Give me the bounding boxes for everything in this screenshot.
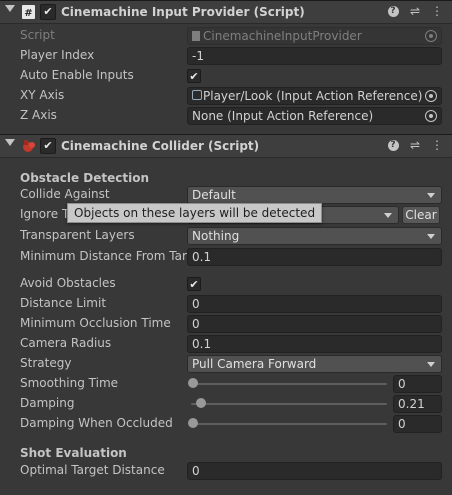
component-title: Cinemachine Input Provider (Script) bbox=[61, 5, 305, 19]
collider-script-icon bbox=[20, 138, 36, 154]
min-distance-row: Minimum Distance From Targe 0.1 bbox=[0, 247, 452, 267]
collide-against-row: Collide Against Default bbox=[0, 185, 452, 205]
collide-against-label: Collide Against bbox=[20, 187, 110, 201]
player-index-row: Player Index -1 bbox=[0, 46, 452, 66]
transparent-layers-value: Nothing bbox=[192, 229, 240, 243]
z-axis-field[interactable]: None (Input Action Reference) bbox=[187, 107, 442, 125]
presets-icon[interactable]: ⇌ bbox=[408, 4, 422, 18]
collider-header[interactable]: ✔ Cinemachine Collider (Script) ? ⇌ ⋮ bbox=[0, 134, 452, 158]
collide-against-dropdown[interactable]: Default bbox=[187, 186, 442, 204]
dropdown-arrow-icon bbox=[427, 193, 435, 198]
shot-evaluation-heading: Shot Evaluation bbox=[20, 446, 127, 460]
collide-against-value: Default bbox=[192, 188, 236, 202]
object-picker-icon[interactable] bbox=[425, 110, 437, 122]
smoothing-slider-handle[interactable] bbox=[188, 378, 198, 388]
avoid-obstacles-checkbox[interactable]: ✔ bbox=[187, 277, 201, 291]
smoothing-slider[interactable] bbox=[191, 383, 387, 385]
tooltip: Objects on these layers will be detected bbox=[67, 203, 323, 223]
min-occlusion-input[interactable]: 0 bbox=[187, 315, 442, 333]
script-file-icon bbox=[192, 31, 200, 41]
player-index-label: Player Index bbox=[20, 48, 95, 62]
auto-enable-row: Auto Enable Inputs ✔ bbox=[0, 66, 452, 86]
auto-enable-checkbox[interactable]: ✔ bbox=[187, 69, 201, 83]
transparent-layers-label: Transparent Layers bbox=[20, 228, 135, 242]
help-icon[interactable]: ? bbox=[386, 4, 400, 18]
z-axis-row: Z Axis None (Input Action Reference) bbox=[0, 106, 452, 126]
min-occlusion-label: Minimum Occlusion Time bbox=[20, 316, 171, 330]
transparent-layers-dropdown[interactable]: Nothing bbox=[187, 227, 442, 245]
component-title: Cinemachine Collider (Script) bbox=[61, 139, 260, 153]
foldout-arrow-icon[interactable] bbox=[5, 139, 15, 146]
object-picker-icon bbox=[425, 30, 437, 42]
svg-text:#: # bbox=[24, 8, 32, 19]
script-row: Script CinemachineInputProvider bbox=[0, 26, 452, 46]
component-enabled-checkbox[interactable]: ✔ bbox=[40, 4, 56, 20]
optimal-target-row: Optimal Target Distance 0 bbox=[0, 461, 452, 481]
distance-limit-input[interactable]: 0 bbox=[187, 295, 442, 313]
xy-axis-value: Player/Look (Input Action Reference) bbox=[203, 89, 423, 103]
obstacle-detection-heading: Obstacle Detection bbox=[20, 171, 150, 185]
min-distance-label: Minimum Distance From Targe bbox=[20, 249, 187, 263]
camera-radius-label: Camera Radius bbox=[20, 336, 112, 350]
script-label: Script bbox=[20, 28, 55, 42]
camera-radius-row: Camera Radius 0.1 bbox=[0, 334, 452, 354]
optimal-target-label: Optimal Target Distance bbox=[20, 463, 165, 477]
avoid-obstacles-row: Avoid Obstacles ✔ bbox=[0, 274, 452, 294]
xy-axis-row: XY Axis Player/Look (Input Action Refere… bbox=[0, 86, 452, 106]
strategy-row: Strategy Pull Camera Forward bbox=[0, 354, 452, 374]
input-action-icon bbox=[192, 90, 202, 100]
input-provider-header[interactable]: # ✔ Cinemachine Input Provider (Script) … bbox=[0, 0, 452, 24]
smoothing-row: Smoothing Time 0 bbox=[0, 374, 452, 394]
presets-icon[interactable]: ⇌ bbox=[408, 138, 422, 152]
object-picker-icon[interactable] bbox=[425, 90, 437, 102]
damping-slider[interactable] bbox=[191, 403, 387, 405]
min-occlusion-row: Minimum Occlusion Time 0 bbox=[0, 314, 452, 334]
clear-button[interactable]: Clear bbox=[402, 206, 440, 224]
strategy-label: Strategy bbox=[20, 356, 72, 370]
dropdown-arrow-icon bbox=[427, 362, 435, 367]
camera-radius-input[interactable]: 0.1 bbox=[187, 335, 442, 353]
foldout-arrow-icon[interactable] bbox=[5, 5, 15, 12]
z-axis-value: None (Input Action Reference) bbox=[192, 109, 374, 123]
distance-limit-row: Distance Limit 0 bbox=[0, 294, 452, 314]
strategy-dropdown[interactable]: Pull Camera Forward bbox=[187, 355, 442, 373]
ignore-tag-label: Ignore T bbox=[20, 207, 70, 221]
dropdown-arrow-icon bbox=[427, 234, 435, 239]
player-index-input[interactable]: -1 bbox=[187, 47, 442, 65]
damping-slider-handle[interactable] bbox=[195, 398, 206, 408]
xy-axis-label: XY Axis bbox=[20, 88, 65, 102]
context-menu-icon[interactable]: ⋮ bbox=[430, 138, 444, 152]
damping-occluded-input[interactable]: 0 bbox=[393, 415, 442, 433]
optimal-target-input[interactable]: 0 bbox=[187, 462, 442, 480]
damping-occluded-slider[interactable] bbox=[191, 423, 387, 425]
script-icon: # bbox=[21, 4, 37, 20]
auto-enable-label: Auto Enable Inputs bbox=[20, 68, 134, 82]
damping-occluded-row: Damping When Occluded 0 bbox=[0, 414, 452, 434]
xy-axis-field[interactable]: Player/Look (Input Action Reference) bbox=[187, 87, 442, 105]
distance-limit-label: Distance Limit bbox=[20, 296, 107, 310]
dropdown-arrow-icon bbox=[384, 213, 392, 218]
script-field: CinemachineInputProvider bbox=[187, 27, 442, 45]
strategy-value: Pull Camera Forward bbox=[192, 357, 317, 371]
help-icon[interactable]: ? bbox=[386, 138, 400, 152]
min-distance-input[interactable]: 0.1 bbox=[187, 248, 442, 266]
damping-label: Damping bbox=[20, 396, 75, 410]
component-enabled-checkbox[interactable]: ✔ bbox=[40, 138, 56, 154]
context-menu-icon[interactable]: ⋮ bbox=[430, 4, 444, 18]
smoothing-input[interactable]: 0 bbox=[393, 375, 442, 393]
transparent-layers-row: Transparent Layers Nothing bbox=[0, 226, 452, 246]
avoid-obstacles-label: Avoid Obstacles bbox=[20, 276, 116, 290]
z-axis-label: Z Axis bbox=[20, 108, 57, 122]
damping-occluded-label: Damping When Occluded bbox=[20, 416, 173, 430]
damping-occluded-slider-handle[interactable] bbox=[188, 418, 198, 428]
damping-input[interactable]: 0.21 bbox=[393, 395, 442, 413]
damping-row: Damping 0.21 bbox=[0, 394, 452, 414]
smoothing-label: Smoothing Time bbox=[20, 376, 119, 390]
script-value: CinemachineInputProvider bbox=[203, 29, 362, 43]
